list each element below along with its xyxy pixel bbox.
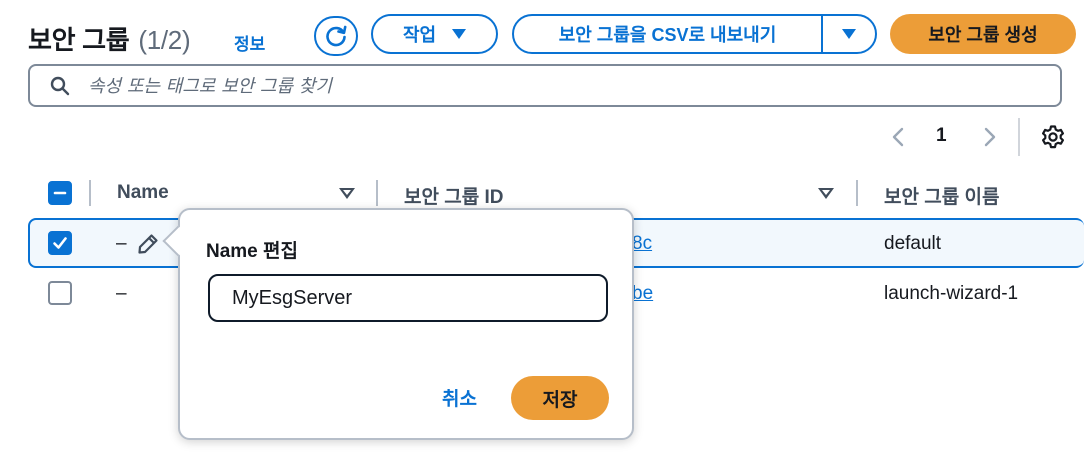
export-split-button: 보안 그룹을 CSV로 내보내기 bbox=[512, 14, 877, 54]
column-header-group-name[interactable]: 보안 그룹 이름 bbox=[884, 182, 999, 209]
actions-button[interactable]: 작업 bbox=[371, 14, 498, 54]
column-separator bbox=[89, 180, 91, 206]
sort-caret-icon[interactable] bbox=[339, 188, 355, 199]
popover-title: Name 편집 bbox=[206, 241, 298, 262]
checkmark-icon bbox=[53, 237, 67, 249]
pencil-icon[interactable] bbox=[136, 232, 160, 256]
page-title-text: 보안 그룹 bbox=[28, 25, 130, 55]
export-csv-button[interactable]: 보안 그룹을 CSV로 내보내기 bbox=[514, 16, 823, 52]
row-group-id-link[interactable]: 8c bbox=[632, 233, 652, 255]
row-name: – bbox=[116, 233, 127, 254]
sort-caret-icon[interactable] bbox=[818, 188, 834, 199]
refresh-icon bbox=[326, 25, 347, 47]
pagination: 1 bbox=[886, 118, 1084, 156]
select-all-checkbox[interactable] bbox=[48, 181, 72, 205]
column-header-name[interactable]: Name bbox=[117, 182, 169, 204]
name-input[interactable] bbox=[208, 274, 608, 322]
save-button[interactable]: 저장 bbox=[511, 376, 609, 420]
chevron-left-icon[interactable] bbox=[886, 124, 912, 150]
search-icon bbox=[50, 76, 70, 96]
row-group-name: launch-wizard-1 bbox=[884, 283, 1019, 304]
row-group-name: default bbox=[884, 233, 942, 254]
page-header: 보안 그룹 (1/2) 정보 작업 보안 그룹을 CSV로 내보내기 보안 그룹… bbox=[28, 14, 1084, 58]
row-checkbox[interactable] bbox=[48, 281, 72, 305]
current-page[interactable]: 1 bbox=[936, 125, 947, 147]
row-group-id-link[interactable]: be bbox=[632, 283, 653, 305]
search-bar bbox=[28, 64, 1062, 107]
caret-down-icon bbox=[452, 29, 467, 39]
info-link[interactable]: 정보 bbox=[234, 30, 265, 55]
column-header-group-id[interactable]: 보안 그룹 ID bbox=[404, 182, 503, 209]
cancel-button[interactable]: 취소 bbox=[442, 384, 477, 411]
page-title: 보안 그룹 (1/2) bbox=[28, 20, 191, 57]
caret-down-icon bbox=[842, 29, 856, 39]
export-dropdown-button[interactable] bbox=[823, 16, 875, 52]
column-separator bbox=[856, 180, 858, 206]
row-name: – bbox=[116, 283, 127, 304]
column-separator bbox=[376, 180, 378, 206]
selection-count: (1/2) bbox=[138, 25, 191, 55]
actions-label: 작업 bbox=[402, 25, 437, 45]
chevron-right-icon[interactable] bbox=[976, 124, 1002, 150]
indeterminate-icon bbox=[53, 191, 67, 195]
row-checkbox[interactable] bbox=[48, 231, 72, 255]
search-input[interactable] bbox=[88, 72, 1048, 100]
gear-icon[interactable] bbox=[1040, 124, 1066, 150]
edit-name-popover: Name 편집 취소 저장 bbox=[162, 208, 634, 440]
create-security-group-button[interactable]: 보안 그룹 생성 bbox=[890, 14, 1076, 54]
pager-divider bbox=[1018, 118, 1020, 156]
refresh-button[interactable] bbox=[314, 16, 358, 56]
